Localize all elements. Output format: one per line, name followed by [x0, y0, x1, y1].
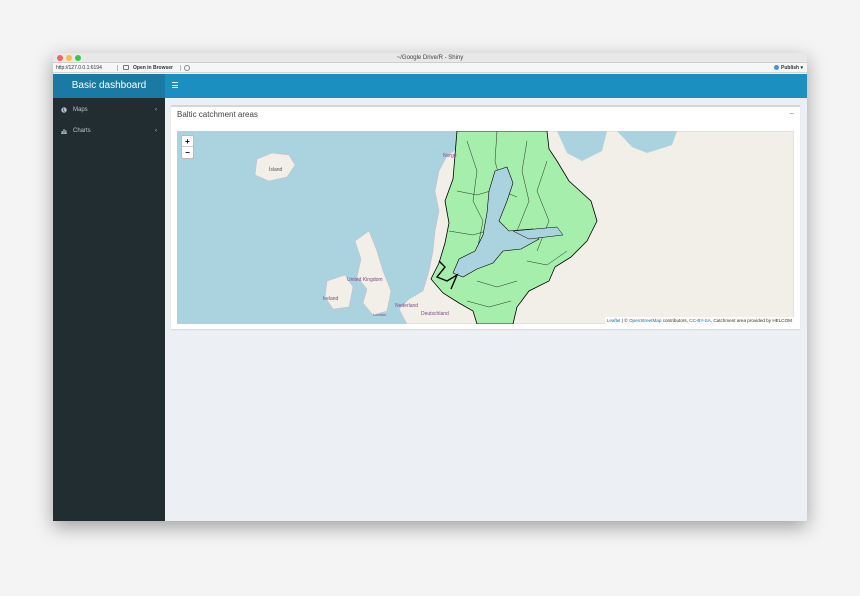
- leaflet-map[interactable]: Ísland Norge United Kingdom Ireland Nede…: [177, 131, 794, 324]
- sidebar-item-label: Charts: [73, 128, 91, 134]
- map-label-nederland: Nederland: [395, 303, 419, 309]
- collapse-button[interactable]: −: [789, 109, 794, 118]
- map-box: Baltic catchment areas − Ísland Norge Un…: [171, 105, 800, 329]
- license-link[interactable]: CC-BY-SA: [689, 318, 711, 323]
- toolbar-divider: [180, 65, 181, 71]
- box-title: Baltic catchment areas: [177, 110, 258, 119]
- window-title: ~/Google Drive/R - Shiny: [396, 55, 464, 61]
- open-in-browser-icon: [123, 65, 129, 70]
- map-label-island: Ísland: [269, 167, 283, 173]
- publish-icon: [774, 65, 780, 70]
- open-in-browser-button[interactable]: Open in Browser: [133, 63, 173, 73]
- map-label-deutschland: Deutschland: [421, 311, 449, 317]
- main-header: Basic dashboard: [53, 74, 807, 98]
- map-tiles: [254, 131, 794, 324]
- map-attribution: Leaflet | © OpenStreetMap contributors, …: [604, 317, 794, 324]
- globe-icon: [61, 107, 67, 113]
- sidebar-item-label: Maps: [73, 107, 88, 113]
- sidebar: Maps ‹ Charts ‹: [53, 98, 165, 521]
- zoom-out-button[interactable]: −: [182, 147, 193, 158]
- bar-chart-icon: [61, 129, 67, 134]
- zoom-control: + −: [181, 135, 194, 159]
- openstreetmap-link[interactable]: OpenStreetMap: [629, 318, 661, 323]
- map-label-london: London: [373, 312, 387, 317]
- toolbar-divider: [117, 65, 118, 71]
- app-window: ~/Google Drive/R - Shiny http://127.0.0.…: [53, 53, 807, 521]
- chevron-left-icon: ‹: [155, 107, 157, 113]
- viewer-toolbar: http://127.0.0.1:6194 Open in Browser Pu…: [53, 63, 807, 73]
- sidebar-toggle-icon[interactable]: [172, 82, 178, 88]
- publish-button[interactable]: Publish ▾: [774, 63, 803, 73]
- zoom-in-button[interactable]: +: [182, 136, 193, 147]
- leaflet-link[interactable]: Leaflet: [607, 318, 621, 323]
- content-area: Baltic catchment areas − Ísland Norge Un…: [165, 98, 807, 521]
- map-label-united-kingdom: United Kingdom: [347, 277, 383, 283]
- url-text[interactable]: http://127.0.0.1:6194: [56, 63, 102, 73]
- sidebar-item-maps[interactable]: Maps ‹: [53, 100, 165, 120]
- sidebar-item-charts[interactable]: Charts ‹: [53, 121, 165, 141]
- uk-landmass: [354, 230, 392, 316]
- window-titlebar: ~/Google Drive/R - Shiny: [53, 53, 807, 63]
- refresh-icon[interactable]: [184, 65, 190, 71]
- publish-label: Publish: [781, 65, 800, 71]
- chevron-left-icon: ‹: [155, 128, 157, 134]
- map-label-ireland: Ireland: [323, 296, 339, 302]
- map-label-norge: Norge: [443, 153, 457, 159]
- app-logo[interactable]: Basic dashboard: [53, 74, 165, 98]
